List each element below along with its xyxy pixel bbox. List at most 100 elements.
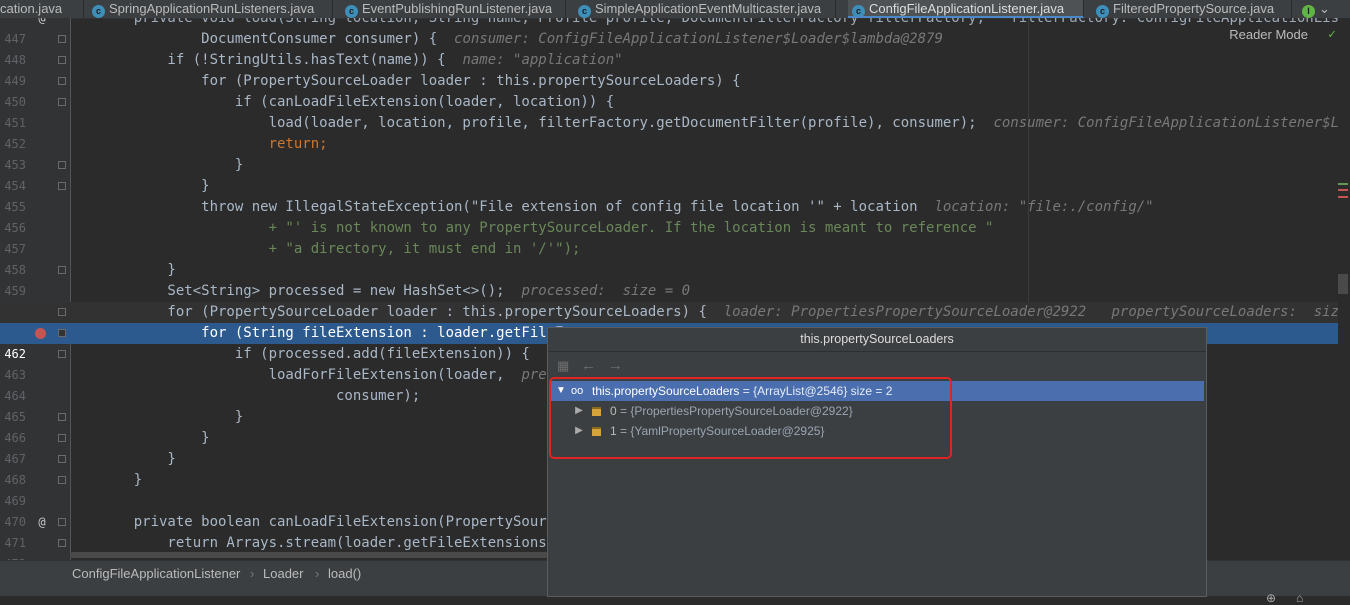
code-text: } [100, 178, 210, 194]
inline-debug-value: loader: PropertiesPropertySourceLoader@2… [723, 304, 1350, 320]
code-text: consumer); [100, 388, 421, 404]
code-text: load(loader, location, profile, filterFa… [100, 113, 1350, 134]
class-icon: c [92, 5, 105, 18]
fold-marker-icon[interactable] [58, 455, 66, 463]
tree-row-root[interactable]: ▼ oo this.propertySourceLoaders = {Array… [550, 381, 1204, 401]
tree-row-label: 1 = {YamlPropertySourceLoader@2925} [610, 424, 825, 438]
code-text: return Arrays.stream(loader.getFileExten… [100, 535, 573, 551]
code-line: 452 load(loader, location, profile, filt… [0, 113, 1350, 151]
code-text: throw new IllegalStateException("File ex… [100, 199, 1154, 215]
code-line: 448 DocumentConsumer consumer) { consume… [0, 29, 1345, 67]
fold-marker-icon[interactable] [58, 98, 66, 106]
tab-event-publishing-run-listener[interactable]: c EventPublishingRunListener.java [341, 0, 566, 18]
code-text: Set<String> processed = new HashSet<>();… [100, 283, 691, 299]
tab-spring-application-run-listeners[interactable]: c SpringApplicationRunListeners.java [88, 0, 333, 18]
code-text: + "a directory, it must end in '/'"); [100, 241, 581, 257]
code-line: 455 } [0, 176, 1345, 214]
lock-icon[interactable]: ⌂ [1296, 591, 1303, 605]
code-line: 456 throw new IllegalStateException("Fil… [0, 197, 1345, 235]
scroll-marker [1338, 196, 1348, 198]
code-text: } [100, 262, 176, 278]
check-icon: ✓ [1328, 27, 1336, 42]
code-text: } [100, 472, 143, 488]
code-text: } [100, 157, 244, 173]
scroll-marker [1338, 189, 1348, 191]
fold-marker-icon[interactable] [58, 329, 66, 337]
editor-tab-bar: cation.java c SpringApplicationRunListene… [0, 0, 1350, 19]
code-line: 447 @ private void load(String location,… [0, 18, 1350, 46]
code-text: DocumentConsumer consumer) { consumer: C… [100, 31, 943, 47]
chevron-right-icon[interactable]: ▶ [574, 421, 584, 441]
inline-debug-value: name: "application" [462, 52, 623, 68]
breadcrumb-separator-icon: › [250, 566, 255, 581]
class-icon: c [345, 5, 358, 18]
tab-simple-application-event-multicaster[interactable]: c SimpleApplicationEventMulticaster.java [574, 0, 836, 18]
class-icon: c [578, 5, 591, 18]
code-text: loadForFileExtension(loader, prefix: l [100, 365, 598, 386]
fold-marker-icon[interactable] [58, 413, 66, 421]
field-icon [592, 427, 601, 436]
fold-marker-icon[interactable] [58, 77, 66, 85]
override-icon[interactable]: @ [36, 18, 48, 29]
breadcrumb-item-method[interactable]: load() [328, 566, 361, 581]
fold-marker-icon[interactable] [58, 161, 66, 169]
scrollbar-thumb[interactable] [1338, 274, 1348, 294]
override-icon[interactable]: @ [36, 512, 48, 533]
horizontal-scrollbar-thumb[interactable] [70, 552, 548, 558]
forward-arrow-icon[interactable]: → [608, 358, 623, 373]
tab-label: EventPublishingRunListener.java [362, 1, 553, 16]
code-line-current: 461 for (PropertySourceLoader loader : t… [0, 302, 1347, 340]
scroll-marker [1338, 183, 1348, 185]
code-line: 449 if (!StringUtils.hasText(name)) { na… [0, 50, 1345, 88]
variable-inspect-popup: this.propertySourceLoaders ▦ ← → ▼ oo th… [547, 327, 1207, 597]
tab-config-file-application-listener[interactable]: c ConfigFileApplicationListener.java [848, 0, 1084, 18]
reader-mode-button[interactable]: Reader Mode [1229, 27, 1308, 42]
fold-marker-icon[interactable] [58, 476, 66, 484]
code-text: if (canLoadFileExtension(loader, locatio… [100, 94, 615, 110]
inline-debug-value: processed: size = 0 [521, 283, 691, 299]
tab-application[interactable]: cation.java [0, 0, 84, 18]
fold-marker-icon[interactable] [58, 539, 66, 547]
breakpoint-icon[interactable] [35, 328, 46, 339]
code-text: if (processed.add(fileExtension)) { [100, 346, 530, 362]
watch-glasses-icon: oo [571, 385, 584, 397]
fold-marker-icon[interactable] [58, 518, 66, 526]
tree-row-item-1[interactable]: ▶ 1 = {YamlPropertySourceLoader@2925} [550, 421, 1204, 441]
code-text: for (String fileExtension : loader.getFi… [100, 325, 573, 341]
tree-row-item-0[interactable]: ▶ 0 = {PropertiesPropertySourceLoader@29… [550, 401, 1204, 421]
code-text: return; [100, 136, 328, 152]
globe-icon[interactable]: ⊕ [1266, 591, 1276, 605]
code-text: } [100, 430, 210, 446]
back-arrow-icon[interactable]: ← [581, 358, 596, 373]
fold-marker-icon[interactable] [58, 35, 66, 43]
breadcrumb-item-class[interactable]: ConfigFileApplicationListener [72, 566, 240, 581]
field-icon [592, 407, 601, 416]
interface-icon: I [1302, 5, 1315, 18]
folder-icon[interactable]: ▦ [557, 358, 569, 373]
code-line: 460 Set<String> processed = new HashSet<… [0, 281, 1345, 319]
tab-label: ConfigFileApplicationListener.java [869, 1, 1065, 16]
vertical-scrollbar[interactable] [1338, 18, 1350, 560]
tab-label: SpringApplicationRunListeners.java [109, 1, 315, 16]
code-line: 451 if (canLoadFileExtension(loader, loc… [0, 92, 1345, 130]
chevron-down-icon[interactable]: ▼ [556, 381, 566, 401]
fold-marker-icon[interactable] [58, 434, 66, 442]
inline-debug-value: location: "file:./config/" [934, 199, 1154, 215]
breadcrumb-item-inner-class[interactable]: Loader [263, 566, 303, 581]
class-icon: c [1096, 5, 1109, 18]
tab-overflow[interactable]: I ⌄ [1298, 0, 1350, 18]
code-text: for (PropertySourceLoader loader : this.… [100, 302, 1350, 323]
fold-marker-icon[interactable] [58, 350, 66, 358]
fold-marker-icon[interactable] [58, 308, 66, 316]
chevron-right-icon[interactable]: ▶ [574, 401, 584, 421]
code-line: 457 + "' is not known to any PropertySou… [0, 218, 1345, 256]
tab-filtered-property-source[interactable]: c FilteredPropertySource.java [1092, 0, 1292, 18]
code-text: } [100, 409, 244, 425]
code-line: 459 } [0, 260, 1345, 298]
fold-marker-icon[interactable] [58, 182, 66, 190]
fold-marker-icon[interactable] [58, 266, 66, 274]
fold-marker-icon[interactable] [58, 56, 66, 64]
code-line: 458 + "a directory, it must end in '/'")… [0, 239, 1345, 277]
popup-toolbar: ▦ ← → [548, 352, 1206, 380]
breadcrumb-separator-icon: › [315, 566, 320, 581]
